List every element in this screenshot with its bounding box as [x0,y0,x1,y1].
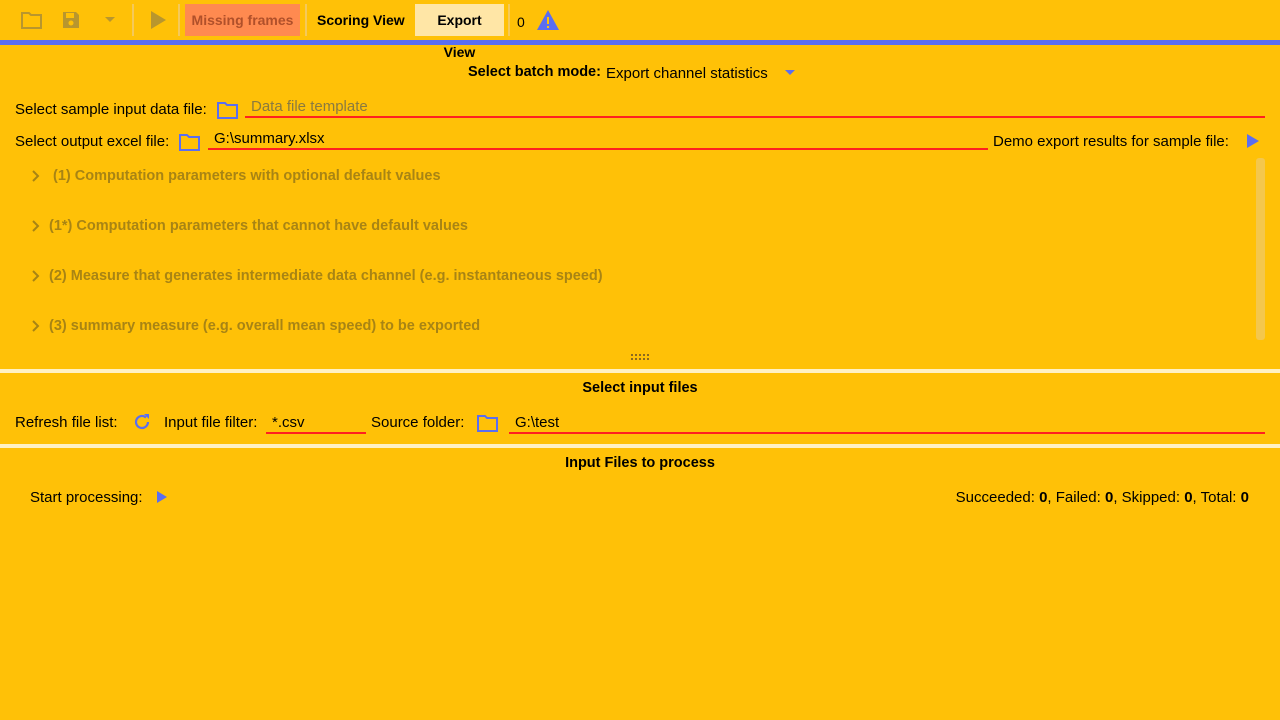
folder-icon[interactable] [179,133,201,151]
total-count: 0 [1240,489,1249,506]
toolbar-separator [305,4,307,36]
skipped-label: Skipped: [1121,489,1181,506]
sections-scrollbar[interactable] [1256,158,1265,340]
folder-icon[interactable] [217,101,239,119]
warning-count: 0 [517,14,525,30]
process-stats: Succeeded: 0, Failed: 0, Skipped: 0, Tot… [955,489,1249,506]
section-required-params[interactable]: (1*) Computation parameters that cannot … [26,215,468,237]
batch-mode-value: Export channel statistics [606,64,768,82]
toolbar-accent-line [0,40,1280,45]
refresh-label: Refresh file list: [15,414,118,431]
output-excel-field[interactable]: G:\summary.xlsx [208,130,988,150]
missing-frames-button[interactable]: Missing frames [185,4,300,36]
start-processing-label: Start processing: [30,489,143,506]
chevron-right-icon [26,220,46,232]
section-divider [0,444,1280,448]
filter-value: *.csv [272,414,305,431]
toolbar-separator [508,4,510,36]
section-optional-defaults[interactable]: (1) Computation parameters with optional… [26,165,441,187]
dropdown-icon[interactable] [98,8,122,32]
section-divider [0,369,1280,373]
folder-icon[interactable] [477,414,499,432]
failed-label: Failed: [1055,489,1101,506]
section-label: (3) summary measure (e.g. overall mean s… [49,318,481,334]
toolbar-separator [178,4,180,36]
skipped-count: 0 [1184,489,1193,506]
sample-input-field[interactable]: Data file template [245,98,1265,118]
filter-label: Input file filter: [164,414,258,431]
source-folder-field[interactable]: G:\test [509,414,1265,434]
total-label: Total: [1200,489,1237,506]
warning-icon[interactable] [536,8,560,32]
output-excel-label: Select output excel file: [15,133,170,150]
output-excel-value: G:\summary.xlsx [214,130,325,147]
start-processing-play-icon[interactable] [156,490,168,507]
toolbar-separator [132,4,134,36]
section-label: (2) Measure that generates intermediate … [49,268,603,284]
demo-export-label: Demo export results for sample file: [993,133,1229,150]
chevron-right-icon [26,170,46,182]
chevron-right-icon [26,320,46,332]
section-intermediate-measure[interactable]: (2) Measure that generates intermediate … [26,265,603,287]
batch-mode-label: Select batch mode: [468,64,601,80]
scoring-view-button[interactable]: Scoring View [312,4,410,36]
save-icon[interactable] [59,8,83,32]
sample-input-label: Select sample input data file: [15,101,207,118]
refresh-icon[interactable] [132,412,152,435]
chevron-right-icon [26,270,46,282]
process-title: Input Files to process [565,455,715,471]
folder-open-icon[interactable] [20,8,44,32]
resize-grip-icon[interactable] [630,348,650,360]
chevron-down-icon [784,69,796,77]
section-summary-measure[interactable]: (3) summary measure (e.g. overall mean s… [26,315,480,337]
demo-export-play-icon[interactable] [1246,133,1260,152]
section-label: (1*) Computation parameters that cannot … [49,218,468,234]
input-files-title: Select input files [582,380,698,396]
source-folder-value: G:\test [515,414,560,431]
toolbar: Missing frames Scoring View Export View … [0,0,1280,60]
batch-mode-select[interactable]: Export channel statistics [606,62,796,84]
succeeded-label: Succeeded: [955,489,1035,506]
source-folder-label: Source folder: [371,414,465,431]
sample-input-placeholder: Data file template [251,98,368,115]
export-view-button[interactable]: Export View [415,4,504,60]
play-icon[interactable] [146,8,170,32]
section-label: (1) Computation parameters with optional… [53,168,441,184]
filter-input[interactable]: *.csv [266,414,366,434]
